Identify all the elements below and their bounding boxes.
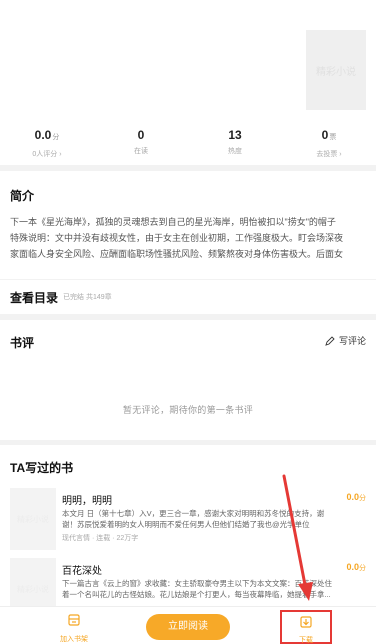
review-title: 书评: [10, 336, 35, 350]
intro-section[interactable]: 简介 下一本《星光海岸》，孤独的灵魂想去到自己的星光海岸，明怡被扣以"捞女"的帽…: [0, 171, 376, 279]
review-section: 书评 写评论 暂无评论，期待你的第一条书评: [0, 320, 376, 440]
intro-line: 特殊说明：文中并没有歧视女性，由于女主在创业初期，工作强度极大。盯会场深夜: [10, 233, 344, 243]
intro-line: 家面临人身安全风险、应酬面临职场性骚扰风险、频繁熬夜对身体伤害极大。后面女: [10, 249, 344, 259]
download-button[interactable]: 下载: [280, 610, 332, 644]
vote-unit: 票: [329, 134, 337, 141]
rating-unit: 分: [52, 134, 60, 141]
book-thumbnail: 精彩小说: [10, 488, 56, 550]
download-label: 下载: [299, 637, 313, 644]
book-score: 0.0分: [346, 492, 366, 503]
book-score-unit: 分: [359, 495, 366, 502]
book-name: 明明，明明: [62, 496, 112, 507]
bookshelf-icon: [68, 614, 80, 626]
book-score-value: 0.0: [346, 492, 359, 502]
book-desc-line: 谢！苏辰悦爱着明的女人明明而不爱任何男人但他们结婚了我也@光学单位: [62, 520, 310, 529]
book-desc-line: 本文月 日（第十七章）入V，更三合一章，感谢大家对明明和苏冬悦的支持，谢: [62, 509, 325, 518]
toc-title: 查看目录: [10, 290, 59, 305]
read-now-button[interactable]: 立即阅读: [146, 614, 230, 640]
rating-value: 0.0: [34, 128, 52, 142]
cover-watermark: 精彩小说: [316, 66, 356, 78]
write-review-button[interactable]: 写评论: [325, 334, 366, 347]
stat-vote[interactable]: 0票 去投票 ›: [282, 128, 376, 159]
author-books-section: TA写过的书 精彩小说 明明，明明 0.0分 本文月 日（第十七章）入V，更三合…: [0, 445, 376, 620]
vote-label: 去投票 ›: [316, 151, 342, 158]
book-score-value: 0.0: [346, 562, 359, 572]
book-score: 0.0分: [346, 562, 366, 573]
intro-line: 下一本《星光海岸》，孤独的灵魂想去到自己的星光海岸，明怡被扣以"捞女"的帽子: [10, 217, 336, 227]
stat-heat: 13 热度: [188, 128, 282, 159]
vote-value: 0: [321, 128, 329, 142]
stat-rating[interactable]: 0.0分 0人评分 ›: [0, 128, 94, 159]
pen-icon: [325, 335, 335, 346]
book-cover[interactable]: 精彩小说: [306, 30, 366, 110]
table-of-contents-row[interactable]: 查看目录 已完结 共149章: [0, 280, 376, 314]
reading-label: 在读: [134, 148, 148, 155]
book-item[interactable]: 精彩小说 明明，明明 0.0分 本文月 日（第十七章）入V，更三合一章，感谢大家…: [10, 488, 366, 558]
thumb-watermark: 精彩小说: [17, 514, 49, 524]
heat-label: 热度: [228, 148, 242, 155]
stat-reading: 0 在读: [94, 128, 188, 159]
toc-subtitle: 已完结 共149章: [63, 294, 112, 301]
heat-value: 13: [228, 128, 242, 142]
author-books-title: TA写过的书: [10, 461, 74, 475]
rating-label: 0人评分 ›: [32, 151, 62, 158]
add-to-shelf-button[interactable]: 加入书架: [52, 613, 96, 644]
download-icon: [300, 616, 312, 628]
book-description: 下一篇古言《云上的窗》求收藏：女主骄取豪夺男主以下为本文文案：百花深处住 着一个…: [62, 578, 374, 600]
add-to-shelf-label: 加入书架: [60, 636, 88, 643]
book-detail-page: 精彩小说 0.0分 0人评分 › 0 在读 13 热度 0票 去投票 › 简介 …: [0, 0, 376, 644]
book-desc-line: 下一篇古言《云上的窗》求收藏：女主骄取豪夺男主以下为本文文案：百花深处住: [62, 579, 332, 588]
book-header: 精彩小说 0.0分 0人评分 › 0 在读 13 热度 0票 去投票 ›: [0, 0, 376, 165]
intro-title: 简介: [10, 189, 35, 203]
book-desc-line: 着一个名叫花儿的古怪姑娘。花儿姑娘是个打更人，每当夜幕降临，她提着手拿...: [62, 590, 331, 599]
book-meta: 现代言情 · 连载 · 22万字: [62, 535, 139, 542]
book-description: 本文月 日（第十七章）入V，更三合一章，感谢大家对明明和苏冬悦的支持，谢 谢！苏…: [62, 508, 374, 530]
thumb-watermark: 精彩小说: [17, 584, 49, 594]
book-score-unit: 分: [359, 565, 366, 572]
write-review-label: 写评论: [338, 336, 366, 346]
book-name: 百花深处: [62, 566, 102, 577]
empty-review-text: 暂无评论，期待你的第一条书评: [122, 405, 254, 415]
bottom-action-bar: 加入书架 立即阅读 下载: [0, 606, 376, 644]
stats-row: 0.0分 0人评分 › 0 在读 13 热度 0票 去投票 ›: [0, 128, 376, 159]
reading-value: 0: [137, 128, 145, 142]
